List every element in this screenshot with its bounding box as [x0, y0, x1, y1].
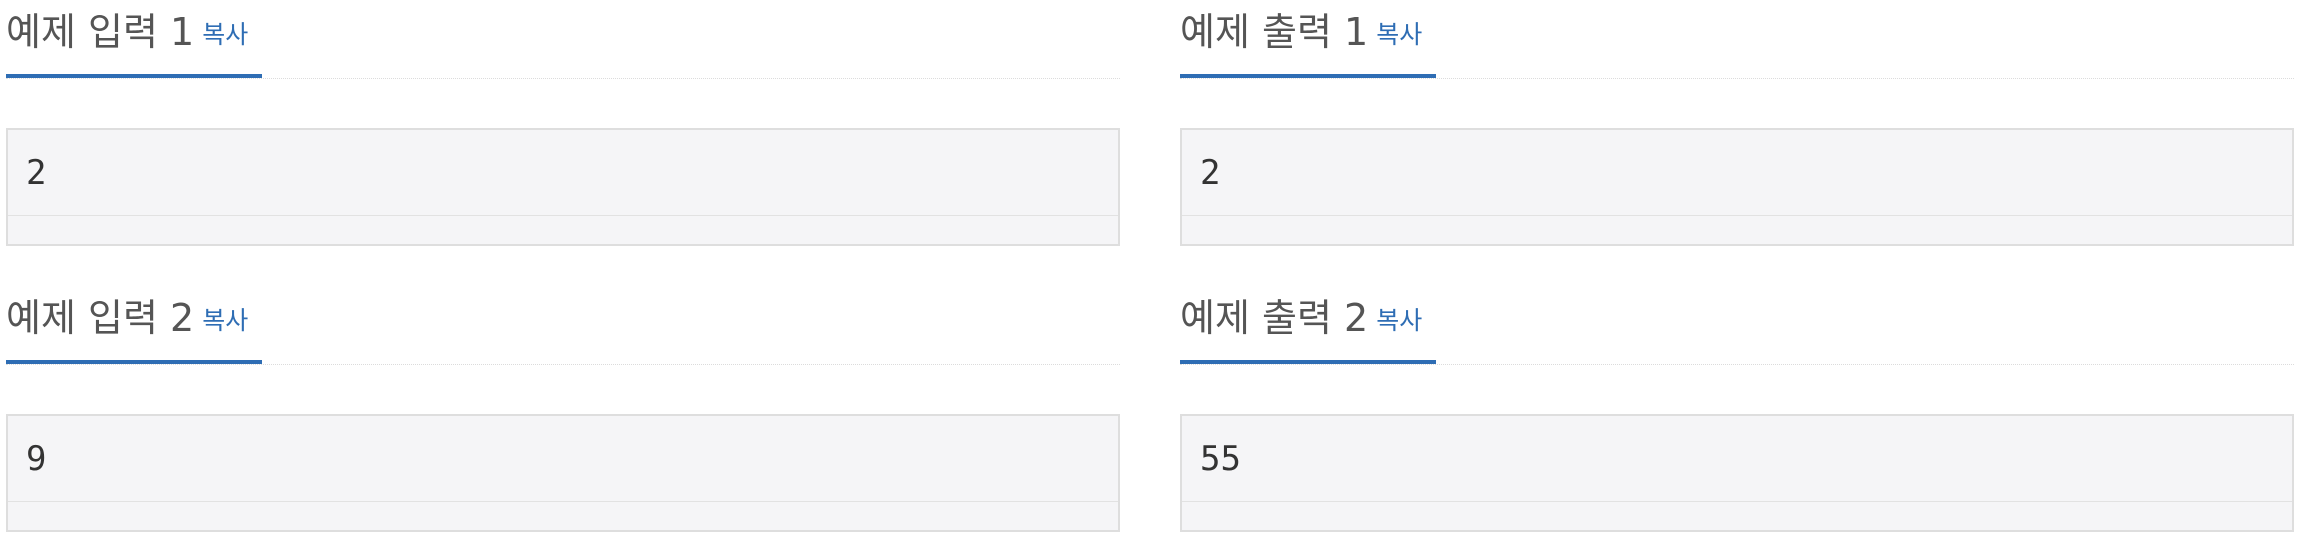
sample-input-2-title: 예제 입력 2 복사	[6, 286, 263, 364]
sample-output-2: 예제 출력 2 복사 55	[1180, 286, 2294, 532]
copy-sample-output-1-button[interactable]: 복사	[1376, 20, 1422, 49]
copy-sample-input-2-button[interactable]: 복사	[202, 306, 248, 335]
copy-sample-output-2-button[interactable]: 복사	[1376, 306, 1422, 335]
sample-output-2-box[interactable]: 55	[1180, 414, 2294, 532]
sample-input-2-scrollbar[interactable]	[8, 501, 1118, 530]
sample-output-2-value: 55	[1200, 439, 1241, 479]
sample-input-1-value: 2	[26, 153, 47, 193]
sample-input-1: 예제 입력 1 복사 2	[6, 0, 1120, 246]
sample-output-2-title: 예제 출력 2 복사	[1180, 286, 1437, 364]
sample-output-1: 예제 출력 1 복사 2	[1180, 0, 2294, 246]
sample-output-2-headline: 예제 출력 2 복사	[1180, 286, 2294, 365]
sample-output-2-scrollbar[interactable]	[1182, 501, 2292, 530]
sample-input-1-scrollbar[interactable]	[8, 215, 1118, 244]
sample-input-1-box[interactable]: 2	[6, 128, 1120, 246]
sample-input-1-title: 예제 입력 1 복사	[6, 0, 263, 78]
sample-input-2-box[interactable]: 9	[6, 414, 1120, 532]
sample-output-1-scrollbar[interactable]	[1182, 215, 2292, 244]
sample-input-1-headline: 예제 입력 1 복사	[6, 0, 1120, 79]
sample-input-2: 예제 입력 2 복사 9	[6, 286, 1120, 532]
copy-sample-input-1-button[interactable]: 복사	[202, 20, 248, 49]
sample-output-1-box[interactable]: 2	[1180, 128, 2294, 246]
sample-output-1-title: 예제 출력 1 복사	[1180, 0, 1437, 78]
sample-output-1-value: 2	[1200, 153, 1221, 193]
sample-input-2-headline: 예제 입력 2 복사	[6, 286, 1120, 365]
sample-input-2-value: 9	[26, 439, 47, 479]
sample-output-1-headline: 예제 출력 1 복사	[1180, 0, 2294, 79]
